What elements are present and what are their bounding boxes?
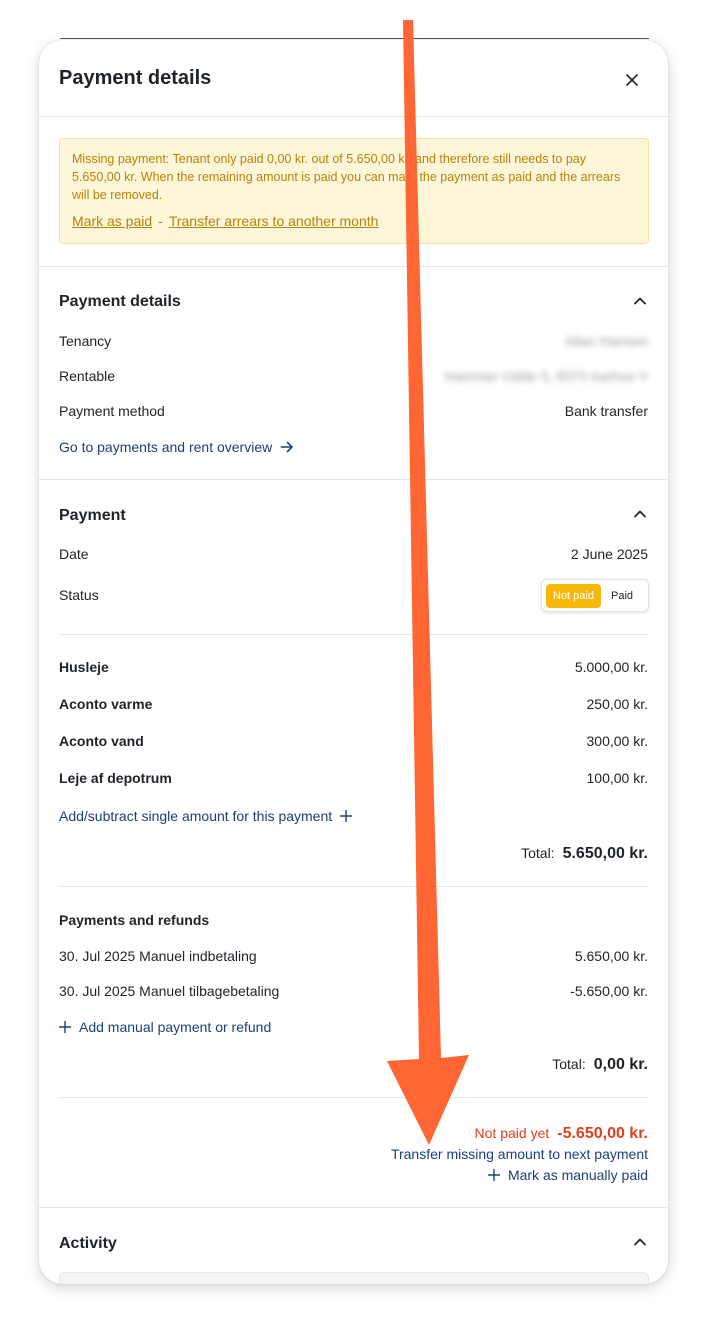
payment-details-panel: Payment details Missing payment: Tenant … bbox=[39, 40, 668, 1284]
divider bbox=[59, 886, 649, 887]
rentable-label: Rentable bbox=[59, 368, 116, 384]
line-item-label: Leje af depotrum bbox=[59, 770, 172, 786]
divider bbox=[59, 634, 649, 635]
transaction-label: 30. Jul 2025 Manuel tilbagebetaling bbox=[59, 983, 280, 999]
background-divider bbox=[60, 38, 649, 39]
plus-icon bbox=[487, 1169, 500, 1181]
activity-section-title: Activity bbox=[59, 1235, 117, 1252]
add-single-amount-label: Add/subtract single amount for this paym… bbox=[59, 808, 333, 824]
payment-total: Total: 5.650,00 kr. bbox=[521, 845, 648, 863]
line-item-amount: 300,00 kr. bbox=[586, 733, 649, 749]
payment-total-label: Total: bbox=[521, 845, 555, 861]
close-button[interactable] bbox=[616, 64, 648, 96]
rentable-value: Hammer Odde 5, 8370 Aarhus V bbox=[444, 368, 648, 384]
alert-actions: Mark as paid - Transfer arrears to another… bbox=[72, 212, 378, 230]
date-label: Date bbox=[59, 546, 89, 562]
panel-title: Payment details bbox=[59, 67, 212, 89]
status-label: Status bbox=[59, 587, 99, 603]
panel-header: Payment details bbox=[39, 40, 668, 117]
not-paid-yet-label: Not paid yet bbox=[474, 1125, 550, 1141]
payment-total-value: 5.650,00 kr. bbox=[562, 845, 648, 862]
line-item-amount: 5.000,00 kr. bbox=[574, 659, 648, 675]
refunds-total: Total: 0,00 kr. bbox=[552, 1056, 648, 1074]
refunds-total-value: 0,00 kr. bbox=[593, 1056, 648, 1073]
transaction-label: 30. Jul 2025 Manuel indbetaling bbox=[59, 948, 257, 964]
status-toggle: Not paid Paid bbox=[541, 579, 649, 612]
activity-list bbox=[59, 1272, 649, 1284]
payment-method-label: Payment method bbox=[59, 403, 165, 419]
section-divider bbox=[39, 479, 668, 480]
mark-manually-paid-link[interactable]: Mark as manually paid bbox=[487, 1167, 648, 1183]
alert-separator: - bbox=[158, 213, 163, 229]
add-manual-payment-link[interactable]: Add manual payment or refund bbox=[59, 1019, 271, 1035]
transfer-arrears-link[interactable]: Transfer arrears to another month bbox=[169, 213, 379, 229]
mark-as-paid-link[interactable]: Mark as paid bbox=[72, 213, 152, 229]
transaction-amount: 5.650,00 kr. bbox=[574, 948, 648, 964]
payment-method-value: Bank transfer bbox=[564, 403, 648, 419]
mark-manually-paid-label: Mark as manually paid bbox=[507, 1167, 648, 1183]
chevron-up-icon[interactable] bbox=[632, 506, 648, 522]
arrow-right-icon bbox=[280, 441, 294, 453]
outstanding-amount: Not paid yet -5.650,00 kr. bbox=[475, 1125, 648, 1143]
add-manual-payment-label: Add manual payment or refund bbox=[79, 1019, 272, 1035]
alert-message: Missing payment: Tenant only paid 0,00 k… bbox=[72, 152, 621, 202]
status-paid-option[interactable]: Paid bbox=[601, 584, 643, 608]
not-paid-yet-amount: -5.650,00 kr. bbox=[557, 1125, 648, 1142]
divider bbox=[59, 1097, 649, 1098]
tenancy-label: Tenancy bbox=[59, 333, 112, 349]
line-item-label: Husleje bbox=[59, 659, 109, 675]
plus-icon bbox=[59, 1021, 71, 1033]
date-value: 2 June 2025 bbox=[570, 546, 648, 562]
line-item-amount: 250,00 kr. bbox=[586, 696, 649, 712]
missing-payment-alert: Missing payment: Tenant only paid 0,00 k… bbox=[59, 138, 649, 244]
line-item-label: Aconto vand bbox=[59, 733, 144, 749]
transaction-amount: -5.650,00 kr. bbox=[570, 983, 648, 999]
payments-overview-link-label: Go to payments and rent overview bbox=[59, 439, 273, 455]
transfer-missing-amount-label: Transfer missing amount to next payment bbox=[390, 1146, 648, 1162]
chevron-up-icon[interactable] bbox=[632, 1234, 648, 1250]
tenancy-value: Allan Hansen bbox=[564, 333, 648, 349]
payment-section-title: Payment bbox=[59, 507, 126, 524]
screen: Payment details Missing payment: Tenant … bbox=[0, 0, 707, 1323]
add-single-amount-link[interactable]: Add/subtract single amount for this paym… bbox=[59, 808, 353, 824]
section-divider bbox=[39, 1207, 668, 1208]
transfer-missing-amount-link[interactable]: Transfer missing amount to next payment bbox=[391, 1146, 648, 1162]
refunds-total-label: Total: bbox=[552, 1056, 586, 1072]
chevron-up-icon[interactable] bbox=[632, 293, 648, 309]
line-item-amount: 100,00 kr. bbox=[586, 770, 649, 786]
close-icon bbox=[626, 74, 638, 86]
payments-overview-link[interactable]: Go to payments and rent overview bbox=[59, 439, 294, 455]
plus-icon bbox=[340, 810, 353, 822]
payments-refunds-title: Payments and refunds bbox=[59, 912, 210, 928]
status-not-paid-option[interactable]: Not paid bbox=[546, 583, 601, 608]
section-divider bbox=[39, 266, 668, 267]
line-item-label: Aconto varme bbox=[59, 696, 153, 712]
payment-details-section-title: Payment details bbox=[59, 293, 181, 310]
